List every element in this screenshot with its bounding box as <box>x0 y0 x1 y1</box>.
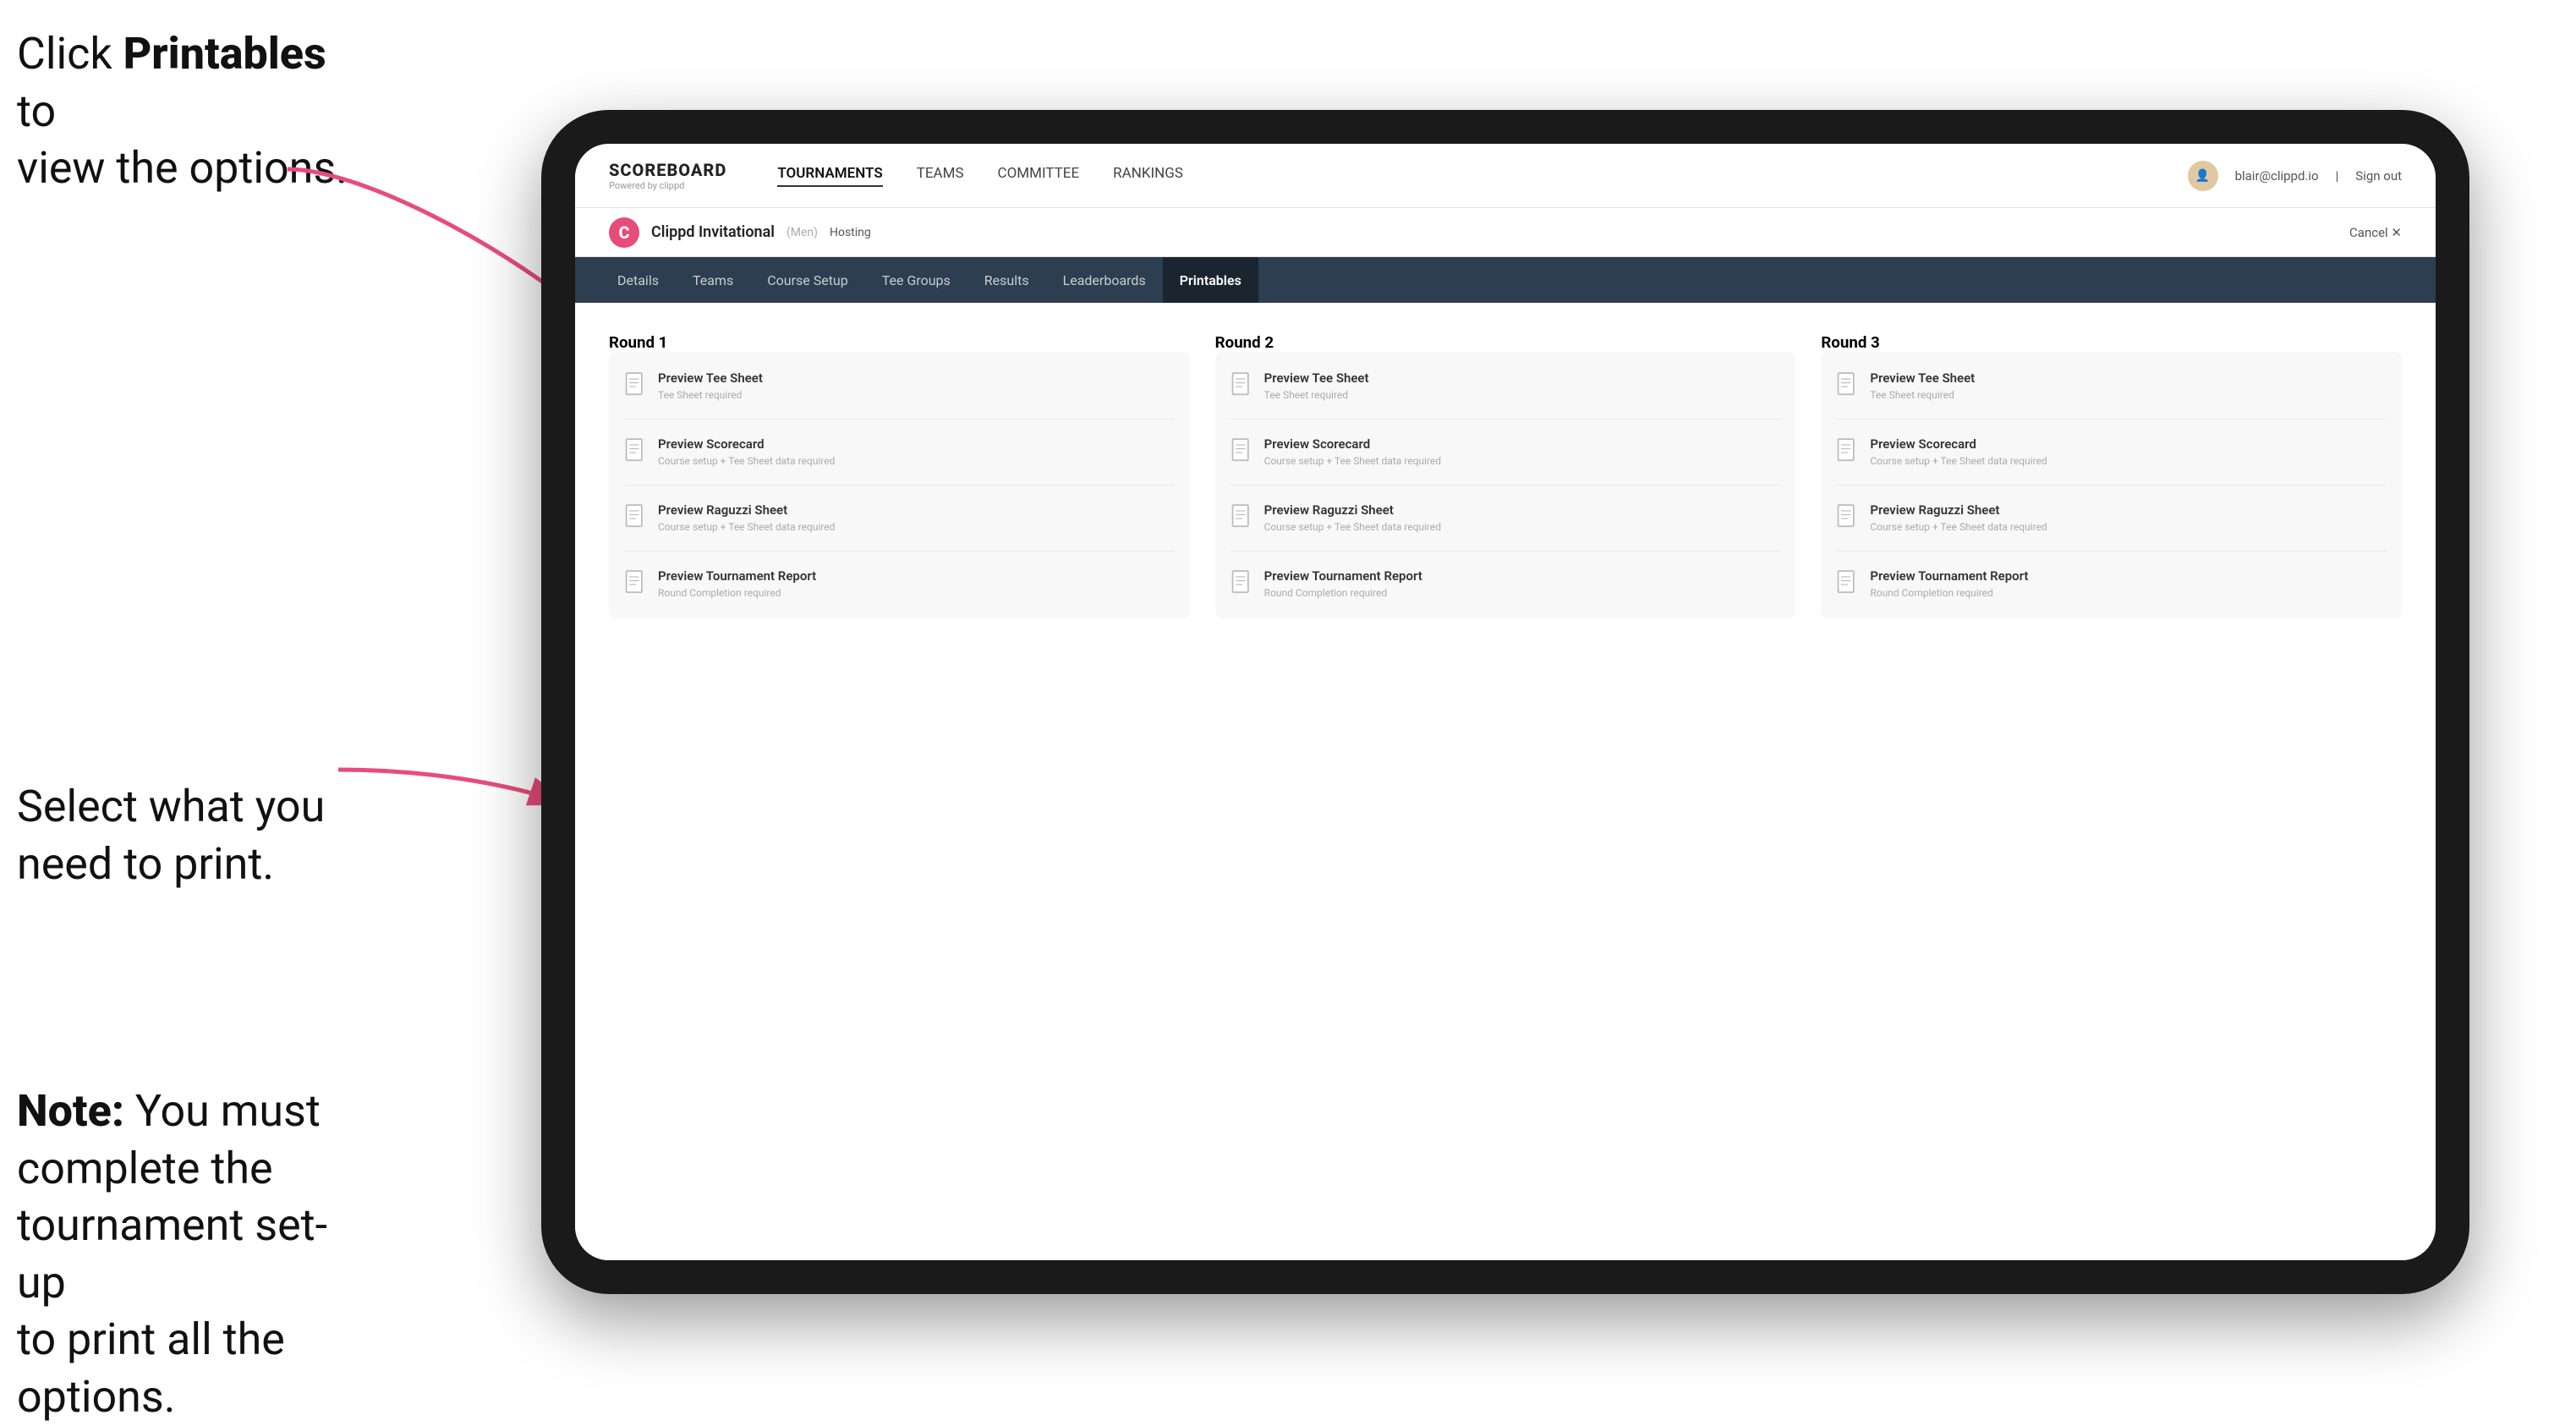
tournament-name: Clippd Invitational <box>651 223 775 241</box>
round-2-card: Preview Tee Sheet Tee Sheet required Pre… <box>1215 352 1796 618</box>
round-2-scorecard[interactable]: Preview Scorecard Course setup + Tee She… <box>1230 431 1781 473</box>
round-1-label: Round 1 <box>609 333 1190 352</box>
round-2-label: Round 2 <box>1215 333 1796 352</box>
nav-link-committee[interactable]: COMMITTEE <box>998 165 1080 187</box>
round-1-tee-sheet-text: Preview Tee Sheet Tee Sheet required <box>658 370 763 402</box>
round-3-tee-sheet[interactable]: Preview Tee Sheet Tee Sheet required <box>1836 365 2387 407</box>
instruction-mid-text: Select what youneed to print. <box>17 781 325 890</box>
round-3-raguzzi[interactable]: Preview Raguzzi Sheet Course setup + Tee… <box>1836 497 2387 539</box>
tablet-screen: SCOREBOARD Powered by clippd TOURNAMENTS… <box>575 144 2436 1260</box>
round-3-column: Round 3 Preview Tee Sheet Tee Sheet requ… <box>1821 333 2402 618</box>
r2-raguzzi-icon <box>1230 504 1254 531</box>
round-1-tournament-report[interactable]: Preview Tournament Report Round Completi… <box>624 563 1175 605</box>
round-3-tournament-report[interactable]: Preview Tournament Report Round Completi… <box>1836 563 2387 605</box>
r3-raguzzi-icon <box>1836 504 1860 531</box>
brand-sub: Powered by clippd <box>609 180 726 191</box>
instruction-note: Note: You mustcomplete thetournament set… <box>17 1083 372 1426</box>
r2-tee-sheet-icon <box>1230 372 1254 399</box>
tab-details[interactable]: Details <box>600 257 676 303</box>
round-2-column: Round 2 Preview Tee Sheet Tee Sheet requ… <box>1215 333 1796 618</box>
instruction-mid: Select what youneed to print. <box>17 778 325 892</box>
r2-scorecard-icon <box>1230 438 1254 465</box>
nav-link-tournaments[interactable]: TOURNAMENTS <box>777 165 882 187</box>
round-1-scorecard[interactable]: Preview Scorecard Course setup + Tee She… <box>624 431 1175 473</box>
user-avatar: 👤 <box>2188 161 2218 191</box>
nav-link-teams[interactable]: TEAMS <box>917 165 964 187</box>
round-1-raguzzi[interactable]: Preview Raguzzi Sheet Course setup + Tee… <box>624 497 1175 539</box>
instruction-top: Click Printables toview the options. <box>17 25 372 197</box>
top-nav: SCOREBOARD Powered by clippd TOURNAMENTS… <box>575 144 2436 208</box>
top-nav-right: 👤 blair@clippd.io | Sign out <box>2188 161 2402 191</box>
divider-1 <box>624 419 1175 420</box>
sign-out-link[interactable]: Sign out <box>2355 168 2402 184</box>
round-1-card: Preview Tee Sheet Tee Sheet required <box>609 352 1190 618</box>
brand-title: SCOREBOARD <box>609 160 726 180</box>
round-3-scorecard[interactable]: Preview Scorecard Course setup + Tee She… <box>1836 431 2387 473</box>
tournament-report-icon <box>624 570 648 597</box>
round-1-tee-sheet[interactable]: Preview Tee Sheet Tee Sheet required <box>624 365 1175 407</box>
r3-tee-sheet-icon <box>1836 372 1860 399</box>
cancel-button[interactable]: Cancel ✕ <box>2349 225 2402 240</box>
main-content: Round 1 <box>575 303 2436 1260</box>
separator: | <box>2336 168 2339 184</box>
round-2-tournament-report[interactable]: Preview Tournament Report Round Completi… <box>1230 563 1781 605</box>
scorecard-icon <box>624 438 648 465</box>
round-3-card: Preview Tee Sheet Tee Sheet required Pre… <box>1821 352 2402 618</box>
r2-tournament-report-icon <box>1230 570 1254 597</box>
round-1-raguzzi-text: Preview Raguzzi Sheet Course setup + Tee… <box>658 502 835 534</box>
nav-link-rankings[interactable]: RANKINGS <box>1113 165 1183 187</box>
round-2-raguzzi[interactable]: Preview Raguzzi Sheet Course setup + Tee… <box>1230 497 1781 539</box>
tab-course-setup[interactable]: Course Setup <box>750 257 865 303</box>
r3-scorecard-icon <box>1836 438 1860 465</box>
tab-printables[interactable]: Printables <box>1163 257 1258 303</box>
round-1-tournament-report-text: Preview Tournament Report Round Completi… <box>658 568 816 600</box>
sub-nav: Details Teams Course Setup Tee Groups Re… <box>575 257 2436 303</box>
instruction-note-text: Note: You mustcomplete thetournament set… <box>17 1085 327 1423</box>
tee-sheet-icon <box>624 372 648 399</box>
rounds-grid: Round 1 <box>609 333 2402 618</box>
tab-teams[interactable]: Teams <box>676 257 750 303</box>
r3-tournament-report-icon <box>1836 570 1860 597</box>
raguzzi-icon <box>624 504 648 531</box>
tournament-bar: C Clippd Invitational (Men) Hosting Canc… <box>575 208 2436 257</box>
user-email: blair@clippd.io <box>2235 168 2319 184</box>
tournament-bracket: (Men) <box>787 226 818 239</box>
instruction-top-text: Click Printables toview the options. <box>17 28 348 194</box>
tab-leaderboards[interactable]: Leaderboards <box>1046 257 1163 303</box>
tournament-logo: C <box>609 217 639 248</box>
round-3-label: Round 3 <box>1821 333 2402 352</box>
tablet-frame: SCOREBOARD Powered by clippd TOURNAMENTS… <box>541 110 2469 1294</box>
tab-tee-groups[interactable]: Tee Groups <box>865 257 967 303</box>
tab-results[interactable]: Results <box>967 257 1046 303</box>
round-2-tee-sheet[interactable]: Preview Tee Sheet Tee Sheet required <box>1230 365 1781 407</box>
tournament-status: Hosting <box>830 226 871 239</box>
scoreboard-brand: SCOREBOARD Powered by clippd <box>609 160 726 191</box>
round-1-scorecard-text: Preview Scorecard Course setup + Tee She… <box>658 436 835 468</box>
round-1-column: Round 1 <box>609 333 1190 618</box>
top-nav-links: TOURNAMENTS TEAMS COMMITTEE RANKINGS <box>777 165 2187 187</box>
